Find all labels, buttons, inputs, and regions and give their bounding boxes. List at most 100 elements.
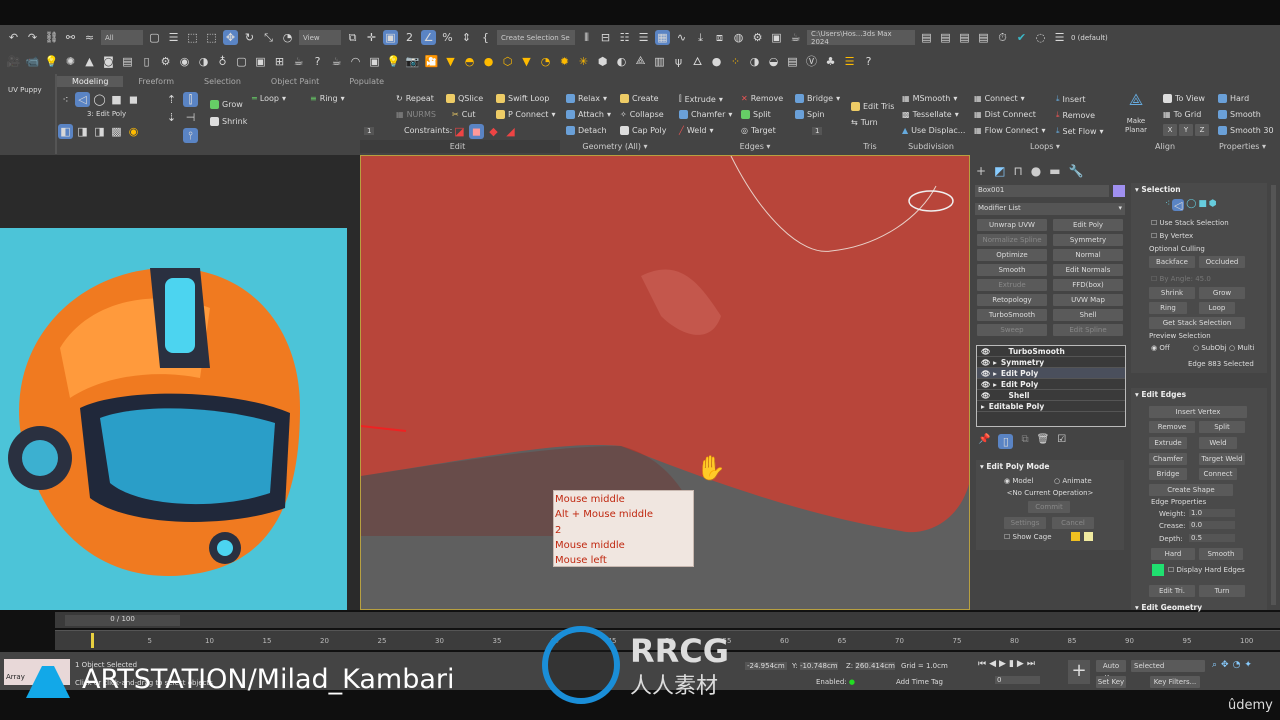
show-cage-checkbox[interactable]: ☐ Show Cage xyxy=(1004,533,1052,541)
element-icon[interactable]: ◼ xyxy=(126,92,141,107)
cage-selected-color-swatch[interactable] xyxy=(1084,532,1093,541)
key-mode-dropdown[interactable]: Selected xyxy=(1131,660,1205,672)
relax-button[interactable]: Relax ▾ xyxy=(566,94,607,103)
occluded-button[interactable]: Occluded xyxy=(1199,256,1245,268)
list-icon[interactable]: ▤ xyxy=(120,54,135,69)
geo-light-icon[interactable]: ⬡ xyxy=(500,54,515,69)
weight-spinner[interactable]: 1.0 xyxy=(1189,509,1235,517)
scene-explorer-icon[interactable]: ☷ xyxy=(617,30,632,45)
repeat-last-icon[interactable]: ⫯ xyxy=(183,128,198,143)
remove-loop-button[interactable]: ⤓ Remove xyxy=(1056,110,1095,120)
lamp-icon[interactable]: ▼ xyxy=(443,54,458,69)
ribbon-toggle-icon[interactable]: ▦ xyxy=(655,30,670,45)
detach-button[interactable]: Detach xyxy=(566,126,607,135)
teapot-white-icon[interactable]: ☕ xyxy=(329,54,344,69)
sun-light-icon[interactable]: ✹ xyxy=(557,54,572,69)
auto-key-button[interactable]: Auto Key xyxy=(1096,660,1126,682)
modifier-list-dropdown[interactable]: Modifier List ▾ xyxy=(975,203,1125,215)
sphere-icon[interactable]: ◉ xyxy=(177,54,192,69)
set-key-big-icon[interactable]: + xyxy=(1068,660,1090,684)
modifier-button[interactable]: Edit Poly xyxy=(1053,219,1123,231)
stack-item-turbosmooth[interactable]: 👁 TurboSmooth xyxy=(977,346,1125,357)
turn-button[interactable]: Turn xyxy=(1199,585,1245,597)
to-grid-button[interactable]: ▦ To Grid xyxy=(1163,110,1201,119)
chamfer-button[interactable]: Chamfer ▾ xyxy=(679,110,732,119)
fire-icon[interactable]: 🜂 xyxy=(690,54,705,69)
cap-poly-button[interactable]: Cap Poly xyxy=(620,126,667,135)
flow-connect-button[interactable]: ▦ Flow Connect ▾ xyxy=(974,126,1045,135)
volume-icon[interactable]: ▥ xyxy=(652,54,667,69)
edit-tris-button[interactable]: Edit Tris xyxy=(851,102,894,111)
to-view-button[interactable]: To View xyxy=(1163,94,1205,103)
light-icon[interactable]: 💡 xyxy=(44,54,59,69)
current-layer[interactable]: 0 (default) xyxy=(1071,34,1108,42)
tab-freeform[interactable]: Freeform xyxy=(123,76,189,87)
z-coord[interactable]: 260.414cm xyxy=(855,662,896,670)
smooth-button[interactable]: Smooth xyxy=(1199,548,1243,560)
vertex-mode-icon[interactable]: ⁖ xyxy=(1165,199,1170,211)
show-end-result-icon[interactable]: ▯ xyxy=(998,434,1014,449)
modifier-button[interactable]: Extrude xyxy=(977,279,1047,291)
align-y-button[interactable]: Y xyxy=(1179,124,1193,136)
tab-selection[interactable]: Selection xyxy=(189,76,256,87)
weld-button[interactable]: ╱ Weld ▾ xyxy=(679,126,714,135)
physical-camera-icon[interactable]: 🎦 xyxy=(424,54,439,69)
edit-edges-title[interactable]: ▾ Edit Edges xyxy=(1131,388,1267,401)
edge-mode-icon[interactable]: ◁ xyxy=(1172,199,1185,212)
tab-populate[interactable]: Populate xyxy=(334,76,399,87)
multi-material-icon[interactable]: ⁘ xyxy=(728,54,743,69)
modifier-button[interactable]: Smooth xyxy=(977,264,1047,276)
attach-button[interactable]: Attach ▾ xyxy=(566,110,611,119)
remove-button[interactable]: Remove xyxy=(1149,421,1195,433)
modifier-button[interactable]: UVW Map xyxy=(1053,294,1123,306)
pivot-icon[interactable]: ⧉ xyxy=(345,30,360,45)
notes-icon[interactable]: ☰ xyxy=(842,54,857,69)
modifier-button[interactable]: Normal xyxy=(1053,249,1123,261)
border-icon[interactable]: ◯ xyxy=(92,92,107,107)
help-icon[interactable]: ? xyxy=(310,54,325,69)
selection-filter-dropdown[interactable]: All xyxy=(101,30,143,45)
edges-spinner[interactable]: 1 xyxy=(812,127,823,135)
cut-button[interactable]: ✂ Cut xyxy=(452,110,476,119)
extrude-button[interactable]: ⫿ Extrude ▾ xyxy=(679,94,723,104)
ambient-light-icon[interactable]: ✳ xyxy=(576,54,591,69)
vray-icon[interactable]: Ⓥ xyxy=(804,54,819,69)
select-manipulate-icon[interactable]: ▣ xyxy=(383,30,398,45)
get-stack-selection-button[interactable]: Get Stack Selection xyxy=(1149,317,1245,329)
render-icon[interactable]: ☕ xyxy=(788,30,803,45)
rect-selection-icon[interactable]: ⬚ xyxy=(185,30,200,45)
edges-panel-label[interactable]: Edges ▾ xyxy=(670,142,840,151)
make-unique-icon[interactable]: ⧉ xyxy=(1021,434,1028,449)
grow-button[interactable]: Grow xyxy=(1199,287,1245,299)
hard-button[interactable]: Hard xyxy=(1151,548,1195,560)
shrink-button[interactable]: Shrink xyxy=(1149,287,1195,299)
nurms-button[interactable]: ▦ NURMS xyxy=(396,110,436,119)
modifier-button[interactable]: Symmetry xyxy=(1053,234,1123,246)
qslice-button[interactable]: QSlice xyxy=(446,94,483,103)
box-icon[interactable]: ▣ xyxy=(367,54,382,69)
constraint-face-icon[interactable]: ◆ xyxy=(486,124,501,139)
show-end-icon[interactable]: ◨ xyxy=(92,124,107,139)
hard-button[interactable]: Hard xyxy=(1218,94,1249,103)
chamfer-button[interactable]: Chamfer xyxy=(1149,453,1187,465)
hierarchy-tab-icon[interactable]: ⊓ xyxy=(1013,164,1022,178)
model-radio[interactable]: ◉ Model xyxy=(1004,477,1033,485)
spin-button[interactable]: Spin xyxy=(795,110,824,119)
reference-coord-dropdown[interactable]: View xyxy=(299,30,341,45)
plane-icon[interactable]: ⟁ xyxy=(633,54,648,69)
settings-button[interactable]: Settings xyxy=(1004,517,1046,529)
swift-loop-button[interactable]: Swift Loop xyxy=(496,94,549,103)
ignore-backfacing-icon[interactable]: ⊣ xyxy=(183,110,198,125)
fur-icon[interactable]: ◐ xyxy=(614,54,629,69)
configure-sets-icon[interactable]: ☑ xyxy=(1057,434,1066,449)
material-editor-icon[interactable]: ◍ xyxy=(731,30,746,45)
weld-button[interactable]: Weld xyxy=(1199,437,1237,449)
make-planar-icon[interactable]: ⟁ xyxy=(1128,90,1144,112)
msmooth-button[interactable]: ▦ MSmooth ▾ xyxy=(902,94,957,103)
forest-icon[interactable]: ♣ xyxy=(823,54,838,69)
tab-object-paint[interactable]: Object Paint xyxy=(256,76,334,87)
camera2-icon[interactable]: 📷 xyxy=(405,54,420,69)
percent-snap-icon[interactable]: % xyxy=(440,30,455,45)
window-icon[interactable]: ▢ xyxy=(234,54,249,69)
geometry-panel-label[interactable]: Geometry (All) ▾ xyxy=(560,142,670,151)
